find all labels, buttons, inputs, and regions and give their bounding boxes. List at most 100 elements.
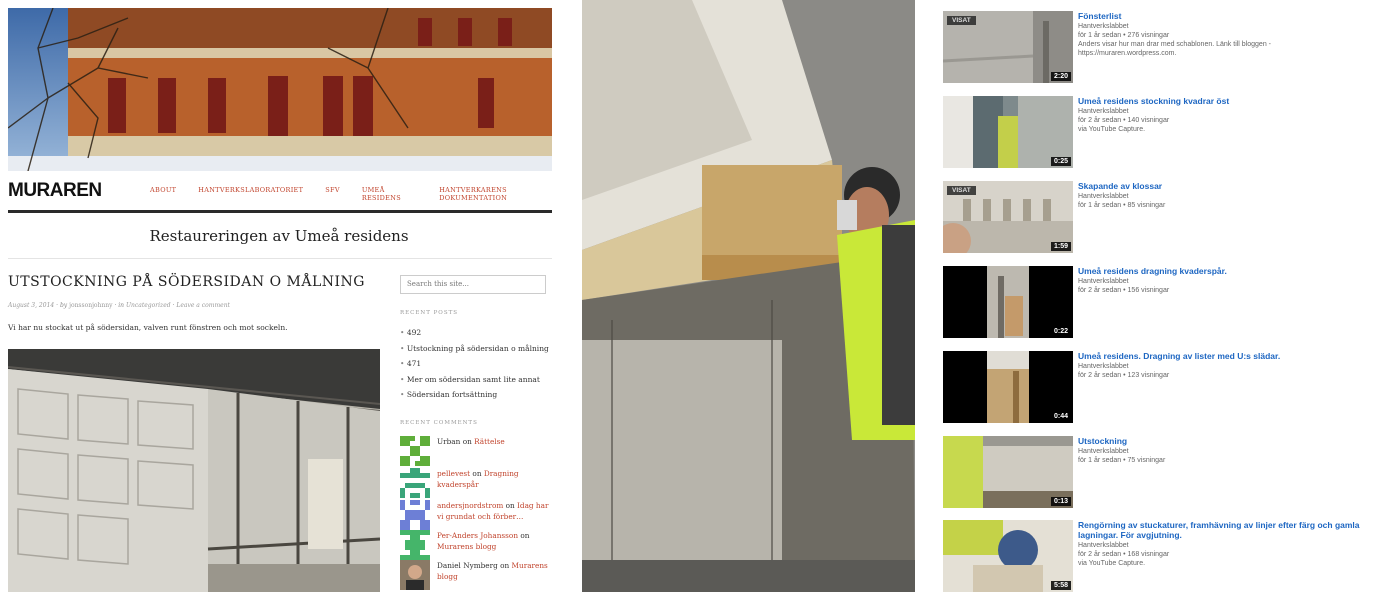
comment-on: on	[462, 437, 472, 446]
video-title[interactable]: Rengörning av stuckaturer, framhävning a…	[1078, 520, 1368, 540]
video-title[interactable]: Skapande av klossar	[1078, 181, 1368, 191]
nav-item-about[interactable]: ABOUT	[150, 186, 176, 202]
video-stats: för 1 år sedan • 276 visningar	[1078, 32, 1170, 39]
video-player-frame[interactable]	[582, 0, 915, 592]
video-description: via YouTube Capture.	[1078, 126, 1146, 133]
recent-comments-heading: RECENT COMMENTS	[400, 420, 478, 426]
site-title[interactable]: MURAREN	[8, 180, 102, 202]
video-duration: 5:58	[1050, 581, 1071, 590]
post-by: by	[59, 302, 68, 309]
recent-comment: Daniel Nymberg on Murarens blogg	[400, 560, 550, 590]
video-channel[interactable]: Hantverkslabbet	[1078, 192, 1368, 201]
video-duration: 0:25	[1050, 157, 1071, 166]
recent-post-link[interactable]: 471	[400, 356, 555, 372]
recent-posts-heading: RECENT POSTS	[400, 310, 459, 316]
video-list-item[interactable]: 0:22 Umeå residens dragning kvaderspår. …	[943, 266, 1368, 346]
recent-post-link[interactable]: Mer om södersidan samt lite annat	[400, 372, 555, 388]
nav-divider	[8, 210, 552, 213]
header-image	[8, 8, 552, 171]
comment-on: on	[472, 469, 482, 478]
identicon-avatar[interactable]	[400, 436, 430, 466]
video-thumbnail[interactable]: 0:22	[943, 266, 1073, 338]
video-duration: 0:22	[1050, 327, 1071, 336]
post-author[interactable]: jonssonjohnny	[69, 302, 112, 309]
video-thumbnail[interactable]: VISAT 2:20	[943, 11, 1073, 83]
video-stats: för 2 år sedan • 140 visningar	[1078, 117, 1170, 124]
video-description: via YouTube Capture.	[1078, 560, 1146, 567]
comment-author-link[interactable]: Per-Anders Johansson	[437, 531, 518, 540]
video-title[interactable]: Umeå residens stockning kvadrar öst	[1078, 96, 1368, 106]
recent-comment: pellevest on Dragning kvaderspår	[400, 468, 550, 498]
tagline-divider	[8, 258, 552, 259]
post-title[interactable]: UTSTOCKNING PÅ SÖDERSIDAN O MÅLNING	[8, 274, 365, 290]
comment-author-link[interactable]: andersjnordstrom	[437, 501, 503, 510]
video-channel[interactable]: Hantverkslabbet	[1078, 22, 1368, 31]
video-list-item[interactable]: VISAT 1:59 Skapande av klossar Hantverks…	[943, 181, 1368, 261]
comment-on: on	[520, 531, 530, 540]
search-placeholder: Search this site...	[407, 280, 469, 288]
video-description: Anders visar hur man drar med schablonen…	[1078, 41, 1271, 48]
search-input[interactable]: Search this site...	[400, 275, 546, 294]
watched-badge: VISAT	[947, 186, 976, 195]
video-channel[interactable]: Hantverkslabbet	[1078, 541, 1368, 550]
nav-item-umea-residens[interactable]: UMEÅ RESIDENS	[362, 186, 417, 202]
identicon-avatar[interactable]	[400, 500, 430, 530]
video-channel[interactable]: Hantverkslabbet	[1078, 447, 1368, 456]
video-thumbnail[interactable]: 0:13	[943, 436, 1073, 508]
comment-author: Daniel Nymberg	[437, 561, 498, 570]
identicon-avatar[interactable]	[400, 530, 430, 560]
recent-post-link[interactable]: Utstockning på södersidan o målning	[400, 341, 555, 357]
comment-on: on	[505, 501, 515, 510]
post-in: in	[118, 302, 125, 309]
video-duration: 1:59	[1050, 242, 1071, 251]
video-thumbnail[interactable]: VISAT 1:59	[943, 181, 1073, 253]
video-list-item[interactable]: 0:13 Utstockning Hantverkslabbet för 1 å…	[943, 436, 1368, 516]
video-stats: för 2 år sedan • 156 visningar	[1078, 287, 1170, 294]
post-image[interactable]	[8, 349, 380, 592]
video-list-item[interactable]: 5:58 Rengörning av stuckaturer, framhävn…	[943, 520, 1368, 600]
post-excerpt: Vi har nu stockat ut på södersidan, valv…	[8, 323, 288, 332]
video-stats: för 1 år sedan • 75 visningar	[1078, 457, 1166, 464]
comment-author: Urban	[437, 437, 461, 446]
main-nav: ABOUT HANTVERKSLABORATORIET SFV UMEÅ RES…	[150, 186, 558, 202]
blog-panel: MURAREN ABOUT HANTVERKSLABORATORIET SFV …	[0, 0, 558, 592]
recent-post-link[interactable]: Södersidan fortsättning	[400, 387, 555, 403]
comment-on: on	[500, 561, 510, 570]
video-duration: 2:20	[1050, 72, 1071, 81]
post-category[interactable]: Uncategorized	[126, 302, 171, 309]
user-photo-avatar[interactable]	[400, 560, 430, 590]
video-list-item[interactable]: 0:44 Umeå residens. Dragning av lister m…	[943, 351, 1368, 431]
video-thumbnail[interactable]: 5:58	[943, 520, 1073, 592]
video-title[interactable]: Umeå residens. Dragning av lister med U:…	[1078, 351, 1368, 361]
video-list-item[interactable]: VISAT 2:20 Fönsterlist Hantverkslabbet f…	[943, 11, 1368, 91]
video-stats: för 2 år sedan • 123 visningar	[1078, 372, 1170, 379]
video-thumbnail[interactable]: 0:25	[943, 96, 1073, 168]
nav-item-hantverkarens-dokumentation[interactable]: HANTVERKARENS DOKUMENTATION	[439, 186, 558, 202]
comment-author-link[interactable]: pellevest	[437, 469, 470, 478]
nav-item-hantverkslaboratoriet[interactable]: HANTVERKSLABORATORIET	[198, 186, 303, 202]
video-stats: för 2 år sedan • 168 visningar	[1078, 551, 1170, 558]
video-thumbnail[interactable]: 0:44	[943, 351, 1073, 423]
recent-comment: andersjnordstrom on Idag har vi grundat …	[400, 500, 550, 530]
video-title[interactable]: Umeå residens dragning kvaderspår.	[1078, 266, 1368, 276]
video-title[interactable]: Utstockning	[1078, 436, 1368, 446]
video-channel[interactable]: Hantverkslabbet	[1078, 362, 1368, 371]
video-channel[interactable]: Hantverkslabbet	[1078, 277, 1368, 286]
comment-post-link[interactable]: Murarens blogg	[437, 542, 496, 551]
site-tagline: Restaureringen av Umeå residens	[149, 227, 409, 245]
video-duration: 0:44	[1050, 412, 1071, 421]
recent-post-link[interactable]: 492	[400, 325, 555, 341]
post-meta: August 3, 2014 · by jonssonjohnny · in U…	[8, 302, 230, 309]
comment-post-link[interactable]: Rättelse	[474, 437, 505, 446]
recent-posts-list: 492 Utstockning på södersidan o målning …	[400, 325, 555, 403]
video-duration: 0:13	[1050, 497, 1071, 506]
nav-item-sfv[interactable]: SFV	[325, 186, 340, 202]
recent-comment: Per-Anders Johansson on Murarens blogg	[400, 530, 550, 560]
video-title[interactable]: Fönsterlist	[1078, 11, 1368, 21]
leave-comment-link[interactable]: Leave a comment	[176, 302, 230, 309]
video-stats: för 1 år sedan • 85 visningar	[1078, 202, 1166, 209]
video-list-item[interactable]: 0:25 Umeå residens stockning kvadrar öst…	[943, 96, 1368, 176]
identicon-avatar[interactable]	[400, 468, 430, 498]
video-channel[interactable]: Hantverkslabbet	[1078, 107, 1368, 116]
post-date[interactable]: August 3, 2014	[8, 302, 54, 309]
